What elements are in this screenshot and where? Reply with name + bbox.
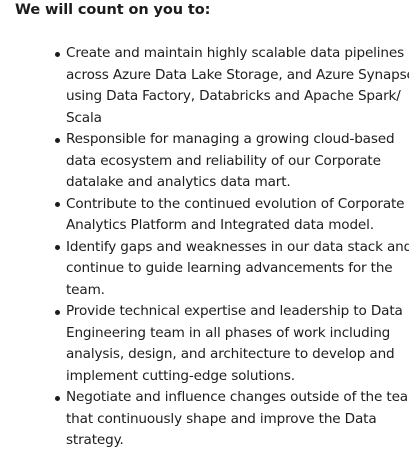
list-item-line: Negotiate and influence changes outside … xyxy=(66,389,409,405)
list-item-line: Responsible for managing a growing cloud… xyxy=(66,131,395,147)
list-item: Create and maintain highly scalable data… xyxy=(55,43,409,129)
list-item-line: Identify gaps and weaknesses in our data… xyxy=(66,238,409,255)
list-item-line: strategy. xyxy=(66,432,124,448)
responsibilities-list: Create and maintain highly scalable data… xyxy=(55,43,409,452)
list-item-line: datalake and analytics data mart. xyxy=(66,174,291,190)
list-item-line: Analytics Platform and Integrated data m… xyxy=(66,217,374,233)
list-item-line: team. xyxy=(66,281,105,298)
list-item-line: Provide technical expertise and leadersh… xyxy=(66,303,403,319)
list-item-line: continue to guide learning advancements … xyxy=(66,260,393,276)
list-item: Negotiate and influence changes outside … xyxy=(55,387,409,452)
list-item: Contribute to the continued evolution of… xyxy=(55,194,405,237)
list-item-line: across Azure Data Lake Storage, and Azur… xyxy=(66,66,409,83)
list-item-line: that continuously shape and improve the … xyxy=(66,410,377,427)
list-item-line: implement cutting-edge solutions. xyxy=(66,367,295,384)
list-item-line: data ecosystem and reliability of our Co… xyxy=(66,152,381,169)
list-item-line: Scala xyxy=(66,109,102,126)
list-item-line: Engineering team in all phases of work i… xyxy=(66,324,391,341)
list-item-line: analysis, design, and architecture to de… xyxy=(66,346,395,362)
list-item-line: using Data Factory, Databricks and Apach… xyxy=(66,88,401,104)
list-item: Identify gaps and weaknesses in our data… xyxy=(55,237,409,302)
section-heading: We will count on you to: xyxy=(15,2,211,18)
list-item: Responsible for managing a growing cloud… xyxy=(55,129,402,194)
list-item-line: Contribute to the continued evolution of… xyxy=(66,195,405,212)
list-item: Provide technical expertise and leadersh… xyxy=(55,301,403,387)
list-item-line: Create and maintain highly scalable data… xyxy=(66,45,405,61)
